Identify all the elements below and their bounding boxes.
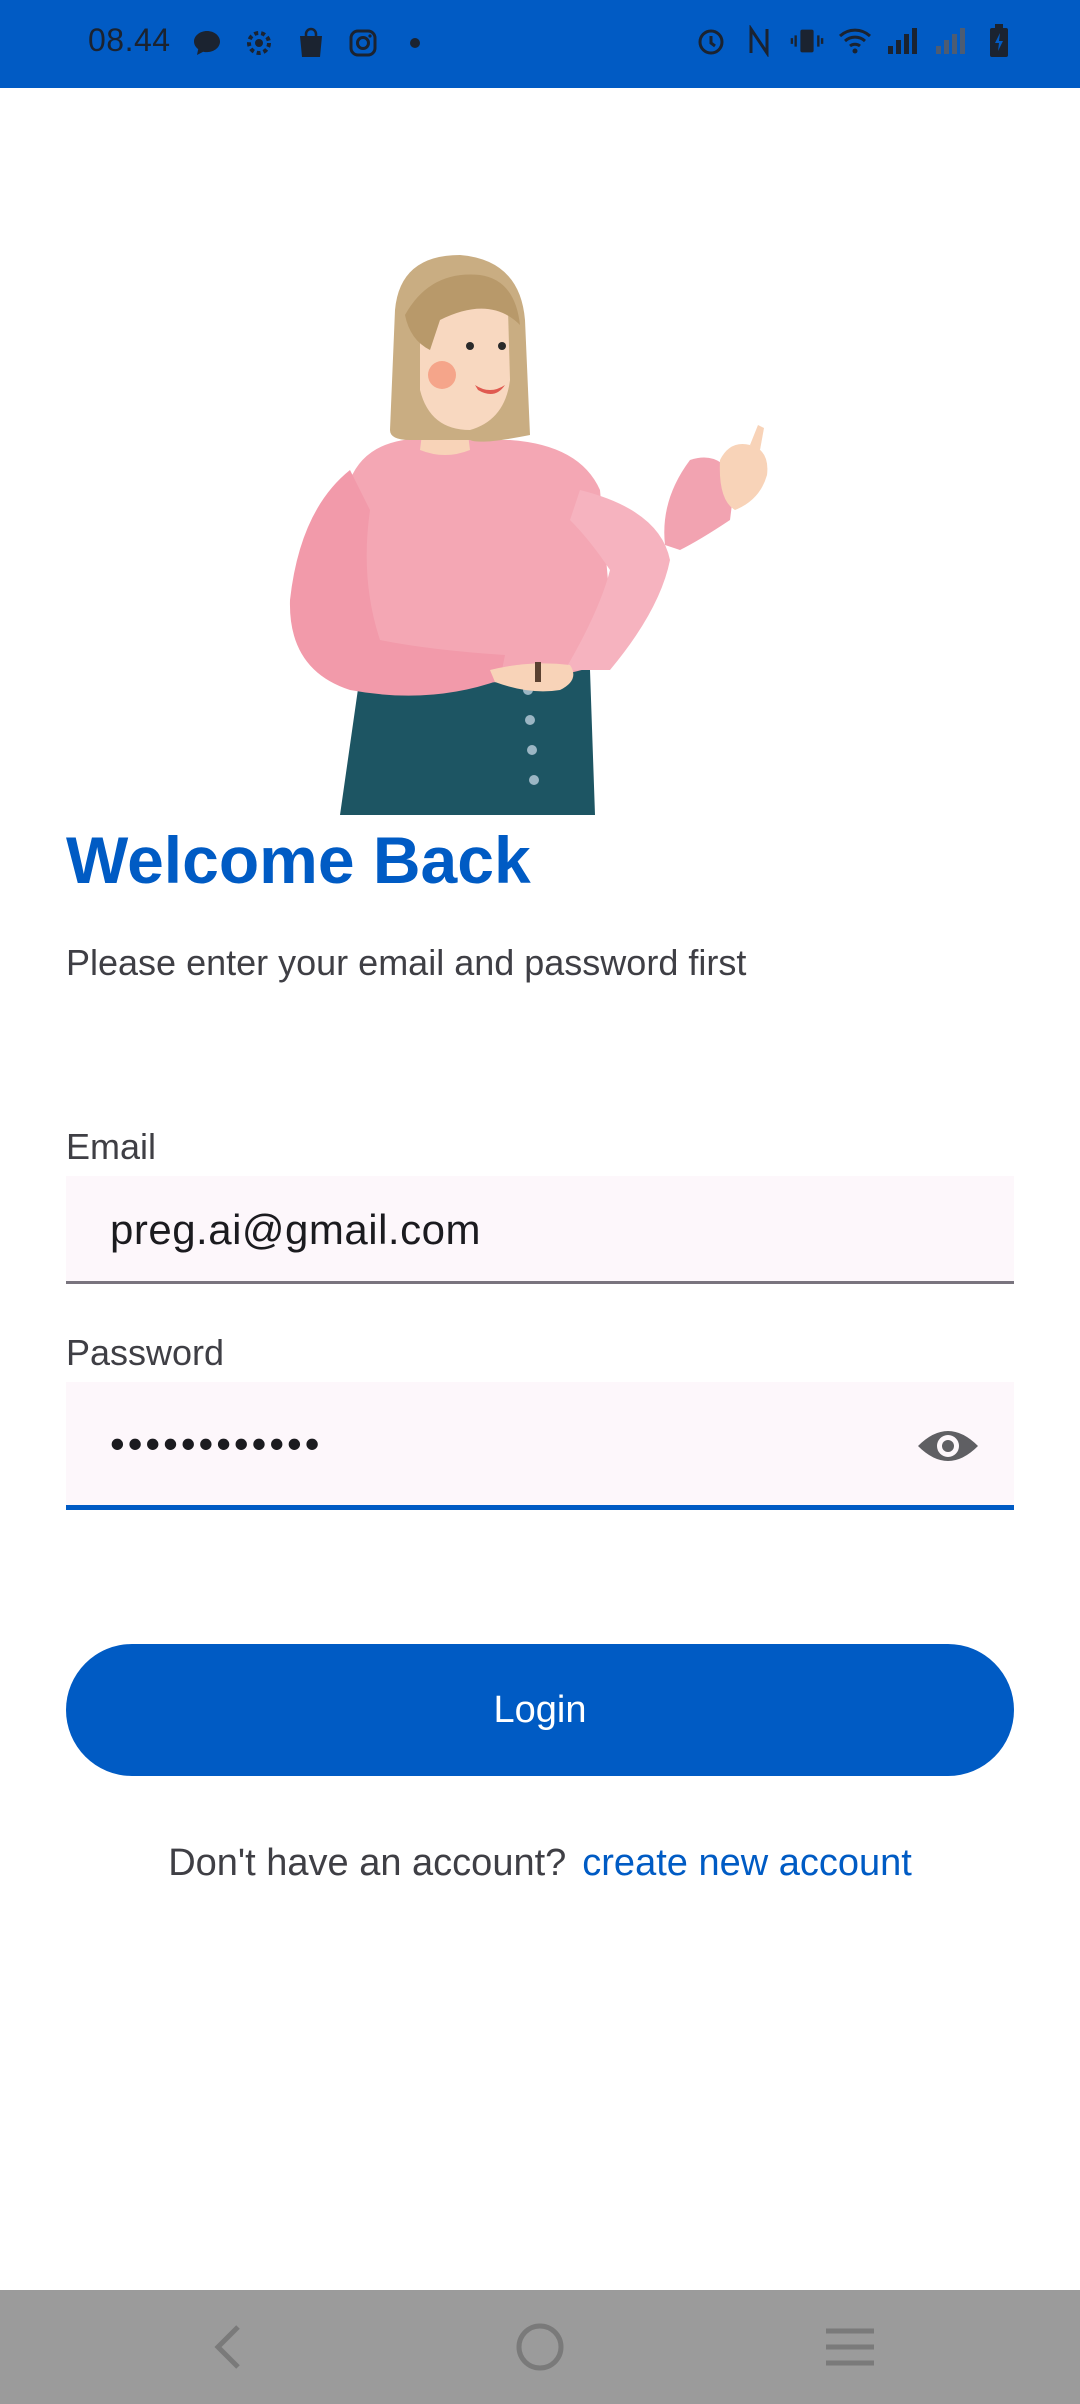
system-icons <box>694 24 1016 58</box>
menu-icon[interactable] <box>818 2315 882 2379</box>
login-button[interactable]: Login <box>66 1644 1014 1776</box>
chat-icon <box>190 26 224 60</box>
password-value[interactable]: •••••••••••• <box>110 1420 322 1468</box>
notification-icons <box>190 26 432 60</box>
page-subtitle: Please enter your email and password fir… <box>66 942 747 983</box>
home-icon[interactable] <box>508 2315 572 2379</box>
show-password-icon[interactable] <box>916 1422 980 1470</box>
status-time: 08.44 <box>88 22 171 58</box>
signup-prompt: Don't have an account? <box>168 1842 567 1884</box>
navigation-bar <box>0 2290 1080 2404</box>
signal-icon <box>886 24 920 58</box>
signal-weak-icon <box>934 24 968 58</box>
status-bar: 08.44 <box>0 0 1080 88</box>
alarm-icon <box>694 24 728 58</box>
instagram-icon <box>346 26 380 60</box>
password-field[interactable]: •••••••••••• <box>66 1382 1014 1510</box>
password-label: Password <box>66 1332 225 1373</box>
welcome-illustration <box>280 250 800 815</box>
settings-icon <box>242 26 276 60</box>
dot-icon <box>398 26 432 60</box>
nfc-icon <box>742 24 776 58</box>
wifi-icon <box>838 24 872 58</box>
signup-row: Don't have an account? create new accoun… <box>0 1842 1080 1885</box>
back-icon[interactable] <box>196 2315 260 2379</box>
create-account-link[interactable]: create new account <box>582 1842 912 1885</box>
page-title: Welcome Back <box>66 823 531 897</box>
shopping-bag-icon <box>294 26 328 60</box>
email-field[interactable]: preg.ai@gmail.com <box>66 1176 1014 1284</box>
email-label: Email <box>66 1126 157 1167</box>
vibrate-icon <box>790 24 824 58</box>
email-value[interactable]: preg.ai@gmail.com <box>110 1206 481 1254</box>
battery-charging-icon <box>982 24 1016 58</box>
